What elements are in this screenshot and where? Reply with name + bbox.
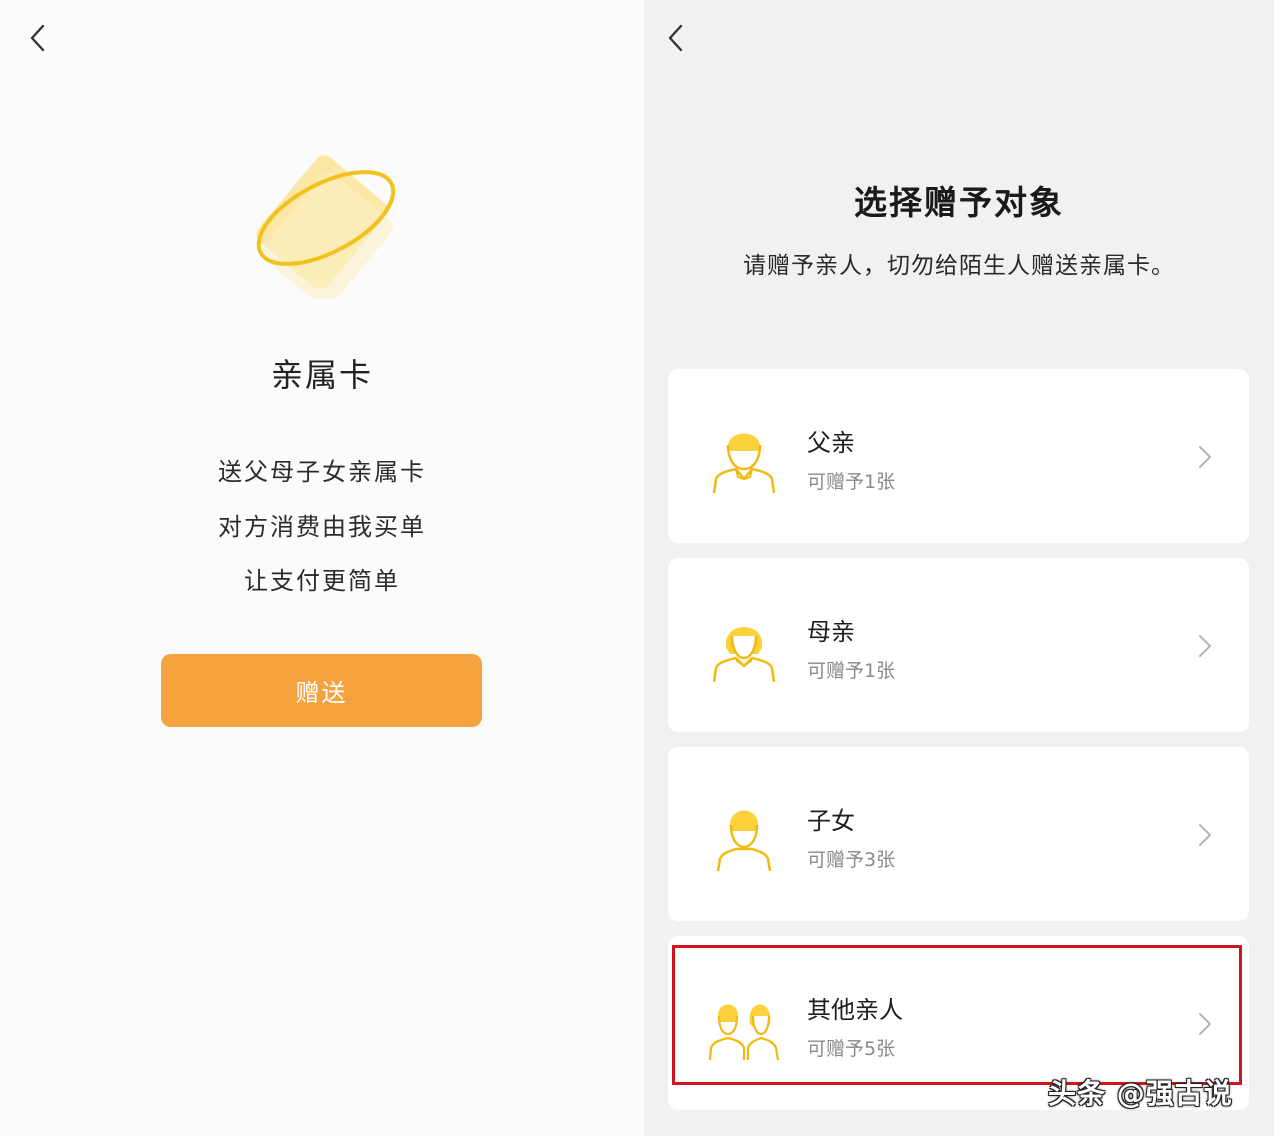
child-icon: [716, 810, 772, 872]
relative-card-intro-panel: 亲属卡 送父母子女亲属卡 对方消费由我买单 让支付更简单 赠送: [0, 0, 644, 1136]
right-edge-strip: [1274, 0, 1280, 1136]
option-father[interactable]: 父亲 可赠予1张: [668, 369, 1249, 543]
tagline-3: 让支付更简单: [244, 567, 400, 595]
tagline-1: 送父母子女亲属卡: [218, 458, 426, 486]
option-count: 可赠予1张: [807, 471, 896, 493]
mother-icon: [712, 627, 776, 683]
chevron-right-icon: [1199, 635, 1211, 657]
select-recipient-panel: 选择赠予对象 请赠予亲人，切勿给陌生人赠送亲属卡。 父亲 可赠予1张 母亲 可赠…: [644, 0, 1274, 1136]
section-title: 选择赠予对象: [854, 183, 1064, 222]
chevron-right-icon: [1199, 446, 1211, 468]
option-children[interactable]: 子女 可赠予3张: [668, 747, 1249, 921]
page-title: 亲属卡: [270, 356, 373, 394]
option-count: 可赠予3张: [807, 849, 896, 871]
section-subtitle: 请赠予亲人，切勿给陌生人赠送亲属卡。: [743, 253, 1175, 279]
option-name: 子女: [807, 807, 855, 835]
chevron-right-icon: [1199, 1013, 1211, 1035]
option-name: 其他亲人: [807, 996, 903, 1024]
option-name: 父亲: [807, 429, 855, 457]
back-button[interactable]: [20, 20, 56, 56]
option-count: 可赠予1张: [807, 660, 896, 682]
option-count: 可赠予5张: [807, 1038, 896, 1060]
option-mother[interactable]: 母亲 可赠予1张: [668, 558, 1249, 732]
chevron-left-icon: [30, 24, 45, 52]
relatives-icon: [708, 1004, 780, 1061]
father-icon: [712, 433, 776, 494]
watermark: 头条 @强古说: [1048, 1077, 1233, 1110]
chevron-right-icon: [1199, 824, 1211, 846]
option-name: 母亲: [807, 618, 855, 646]
back-button-right[interactable]: [658, 20, 694, 56]
gift-button[interactable]: 赠送: [161, 654, 482, 727]
chevron-left-icon: [668, 24, 683, 52]
card-ring-icon: [256, 155, 396, 298]
tagline-2: 对方消费由我买单: [218, 513, 426, 541]
